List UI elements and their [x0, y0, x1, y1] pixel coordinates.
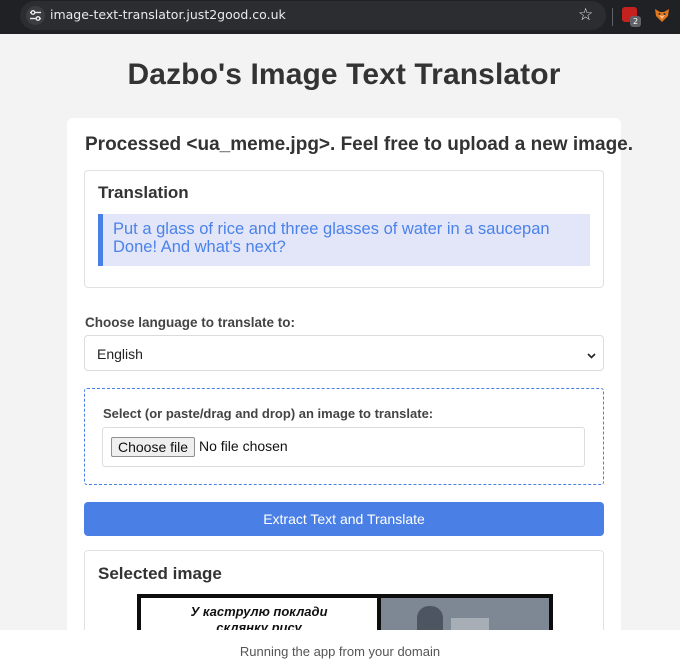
star-icon[interactable]: ☆	[578, 5, 593, 25]
meme-caption-area: У каструлю поклади склянку рису	[141, 598, 377, 630]
extract-translate-button[interactable]: Extract Text and Translate	[84, 502, 604, 536]
processed-message: Processed <ua_meme.jpg>. Feel free to up…	[85, 134, 634, 155]
meme-caption-line: У каструлю поклади	[190, 604, 328, 619]
image-caption: Running the app from your domain	[239, 644, 441, 659]
meme-caption: У каструлю поклади склянку рису	[141, 604, 377, 630]
translation-line: Put a glass of rice and three glasses of…	[113, 220, 550, 238]
meme-photo-figure	[417, 606, 443, 630]
main-card: Processed <ua_meme.jpg>. Feel free to up…	[67, 118, 633, 630]
language-selected-value: English	[97, 346, 143, 362]
translation-output: Put a glass of rice and three glasses of…	[98, 214, 590, 266]
caption-bar: Running the app from your domain	[0, 630, 680, 661]
translation-heading: Translation	[98, 183, 189, 202]
file-status: No file chosen	[199, 438, 288, 454]
page-body: Dazbo's Image Text Translator Processed …	[0, 34, 680, 630]
extension-badge: 2	[630, 16, 641, 27]
url-text[interactable]: image-text-translator.just2good.co.uk	[50, 7, 286, 22]
selected-image-heading: Selected image	[98, 564, 222, 583]
toolbar-divider	[612, 8, 613, 26]
choose-file-button[interactable]: Choose file	[111, 437, 196, 457]
fox-icon[interactable]	[654, 7, 670, 23]
translation-panel: Translation Put a glass of rice and thre…	[84, 170, 604, 288]
language-select[interactable]: English	[84, 335, 604, 371]
chevron-down-icon	[586, 348, 597, 366]
address-bar[interactable]: image-text-translator.just2good.co.uk ☆	[20, 1, 606, 30]
site-settings-icon[interactable]	[26, 6, 45, 25]
image-drop-zone[interactable]: Select (or paste/drag and drop) an image…	[84, 388, 604, 485]
selected-image-panel: Selected image У каструлю поклади склянк…	[84, 550, 604, 630]
file-input[interactable]: Choose file No file chosen	[102, 427, 585, 467]
meme-caption-line: склянку рису	[216, 620, 302, 630]
meme-photo	[381, 598, 549, 630]
upload-label: Select (or paste/drag and drop) an image…	[103, 406, 434, 421]
translation-line: Done! And what's next?	[113, 237, 286, 256]
language-label: Choose language to translate to:	[85, 315, 296, 330]
page-title: Dazbo's Image Text Translator	[127, 58, 561, 91]
selected-image-preview: У каструлю поклади склянку рису	[137, 594, 553, 630]
meme-photo-background	[451, 618, 489, 630]
browser-toolbar: image-text-translator.just2good.co.uk ☆ …	[0, 0, 680, 34]
